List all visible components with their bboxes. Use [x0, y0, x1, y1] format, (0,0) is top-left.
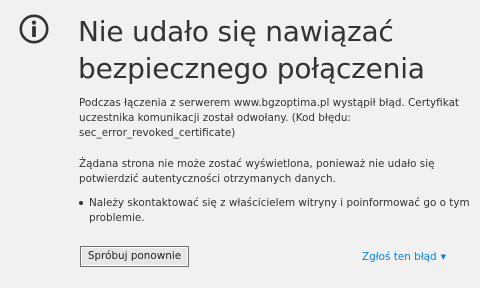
- suggestion-line: problemie.: [89, 212, 145, 224]
- page-title-line: bezpiecznego połączenia: [78, 52, 425, 85]
- report-error-link[interactable]: Zgłoś ten błąd ▼: [362, 250, 446, 264]
- page-title: Nie udało się nawiązać bezpiecznego połą…: [78, 13, 468, 87]
- error-description-line: uczestnika komunikacji został odwołany. …: [79, 112, 351, 124]
- error-detail-line: potwierdzić autentyczności otrzymanych d…: [79, 173, 336, 185]
- suggestion-line: Należy skontaktować się z właścicielem w…: [89, 197, 470, 209]
- error-detail: Żądana strona nie może zostać wyświetlon…: [79, 157, 465, 187]
- error-description-line: Podczas łączenia z serwerem www.bgzoptim…: [79, 97, 460, 109]
- suggestion-list: Należy skontaktować się z właścicielem w…: [79, 196, 470, 226]
- error-description-line: sec_error_revoked_certificate): [79, 127, 236, 139]
- error-description: Podczas łączenia z serwerem www.bgzoptim…: [79, 96, 465, 141]
- suggestion-item: Należy skontaktować się z właścicielem w…: [79, 196, 470, 226]
- info-icon: [19, 14, 49, 44]
- chevron-down-icon: ▼: [440, 253, 446, 261]
- retry-button[interactable]: Spróbuj ponownie: [80, 246, 189, 267]
- error-detail-line: Żądana strona nie może zostać wyświetlon…: [79, 158, 435, 170]
- bullet-icon: [79, 201, 83, 205]
- report-error-label: Zgłoś ten błąd: [362, 251, 437, 263]
- page-title-line: Nie udało się nawiązać: [78, 15, 394, 48]
